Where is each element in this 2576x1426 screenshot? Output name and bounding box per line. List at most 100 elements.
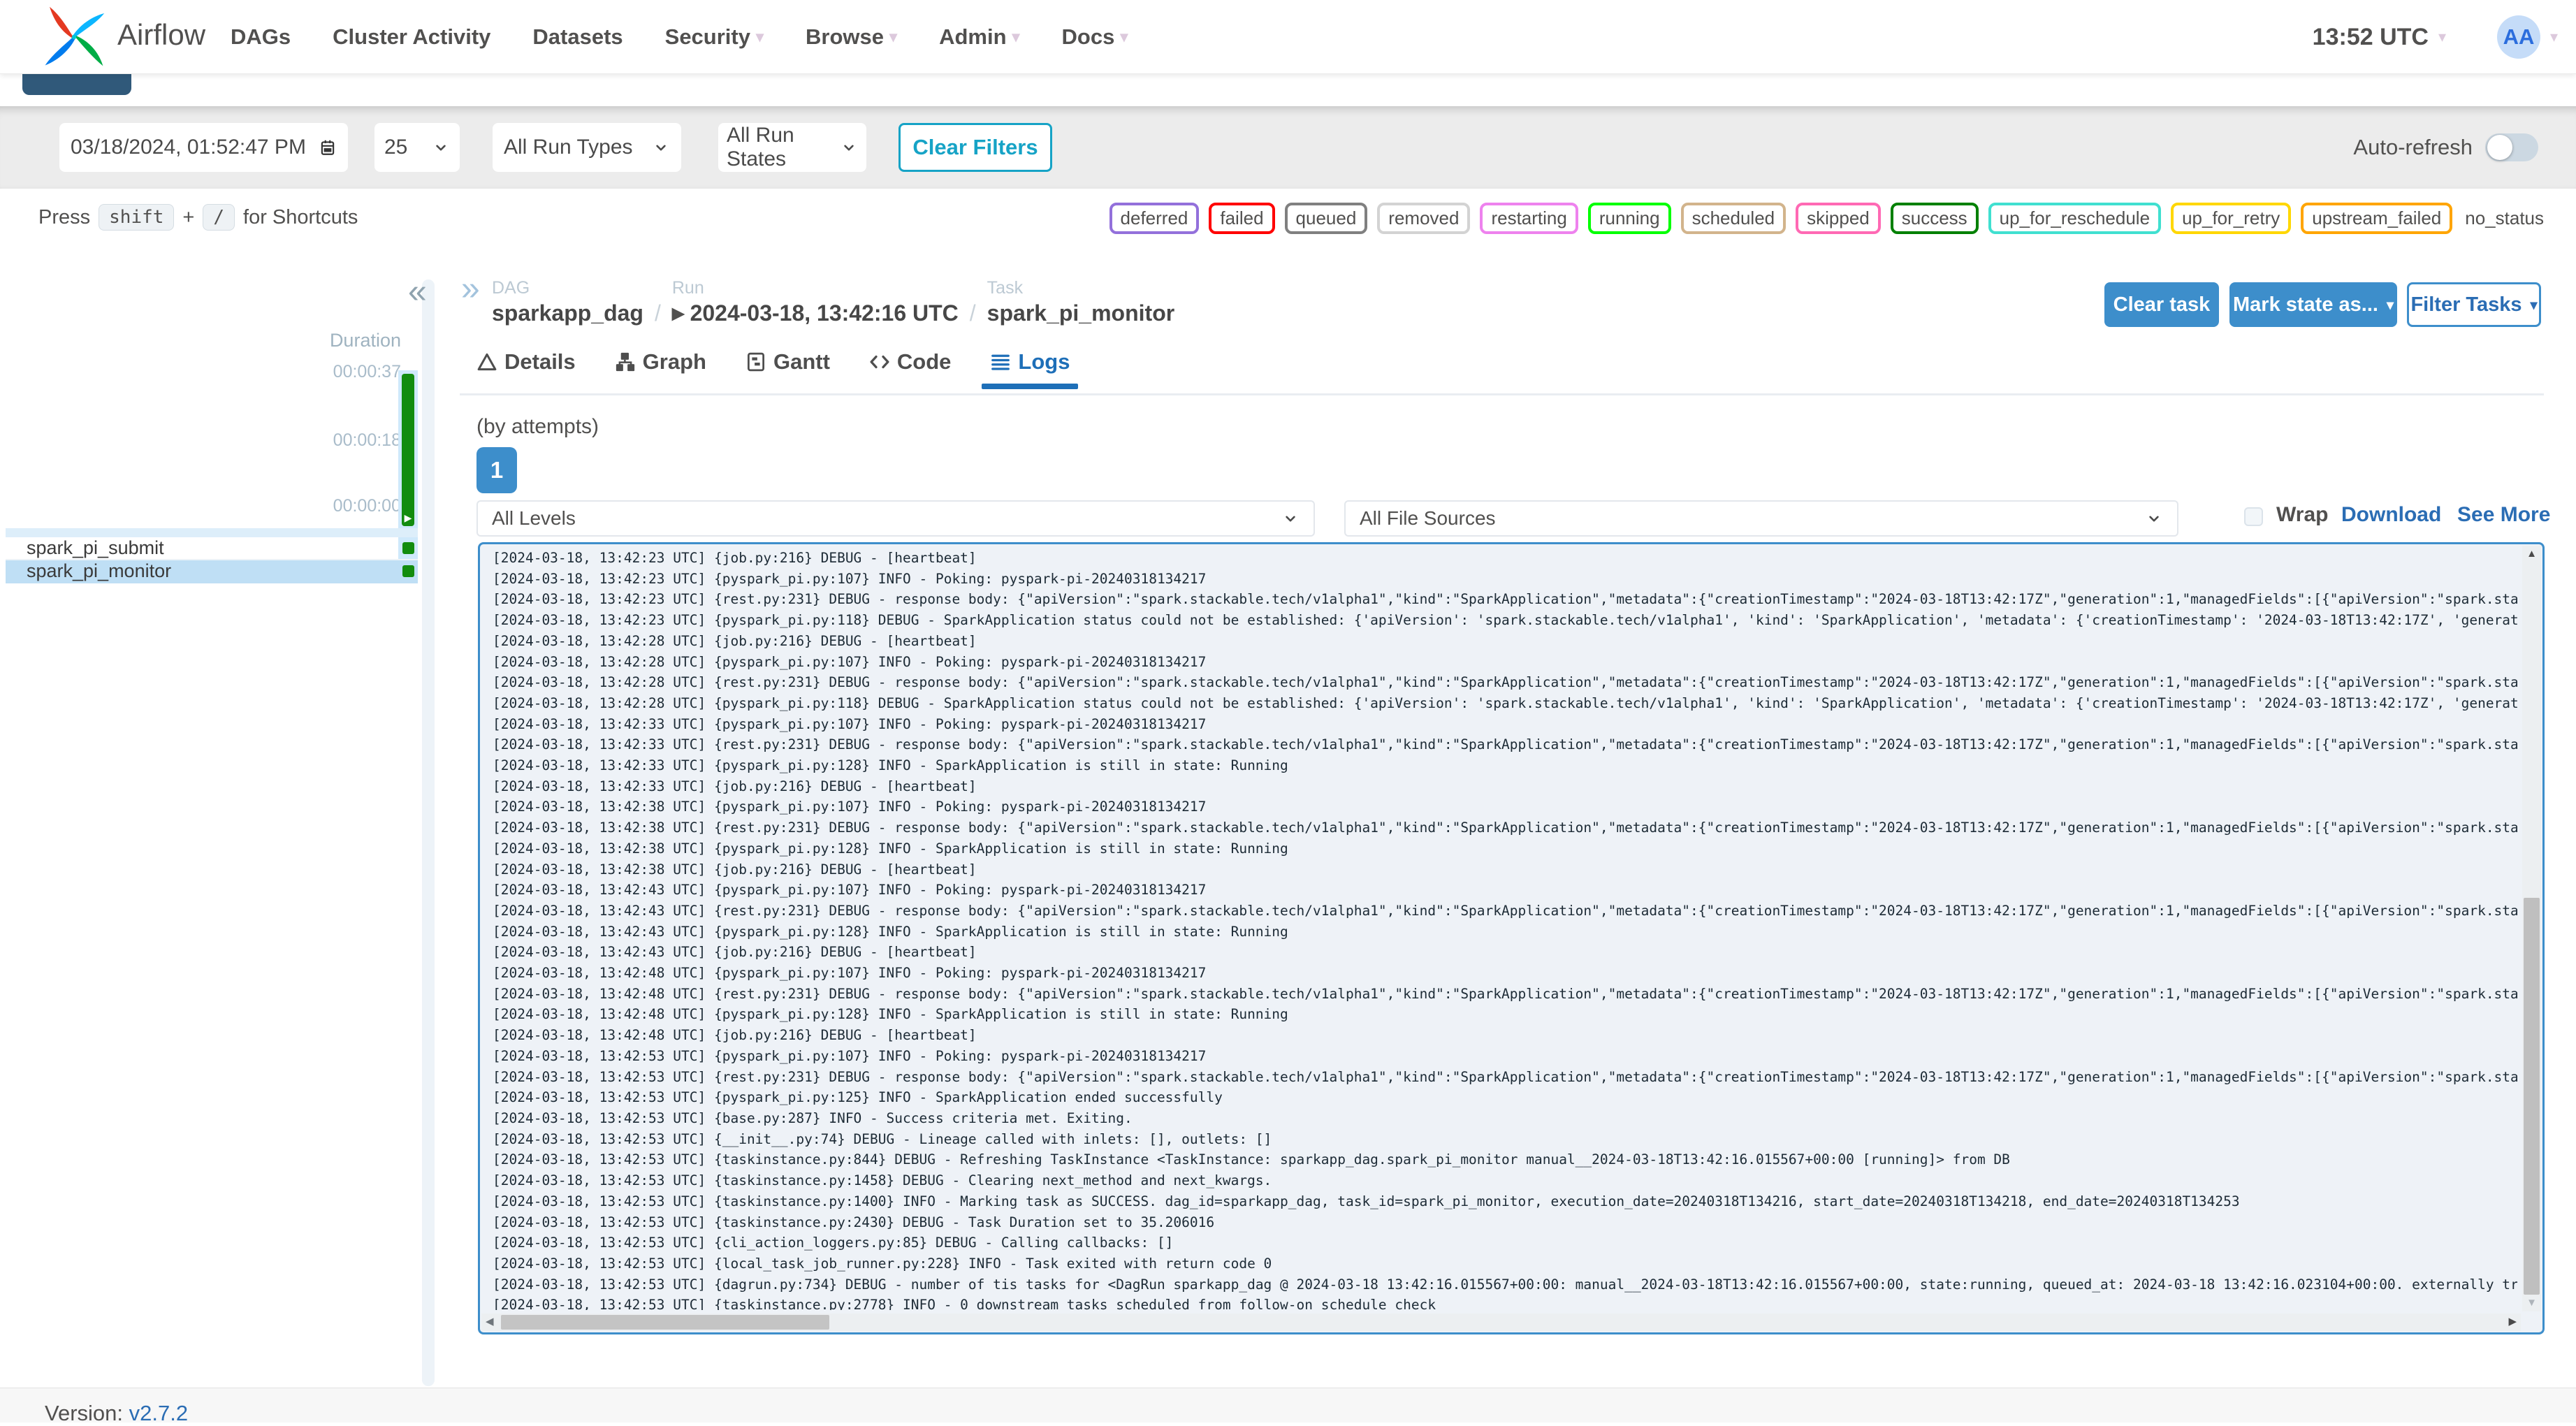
caret-down-icon: ▾	[1012, 28, 1020, 46]
clock-label: 13:52 UTC	[2313, 24, 2429, 51]
shortcut-press: Press	[38, 206, 90, 229]
task-list: spark_pi_submitspark_pi_monitor	[6, 537, 418, 583]
status-badge-success[interactable]: success	[1891, 203, 1979, 234]
attempt-1-button[interactable]: 1	[476, 447, 517, 493]
breadcrumb-run-label: Run	[672, 278, 959, 298]
page-size-select[interactable]: 25	[374, 123, 460, 172]
status-badge-skipped[interactable]: skipped	[1796, 203, 1881, 234]
task-detail-panel: » DAG sparkapp_dag / Run ▶ 2024-03-18, 1…	[460, 252, 2576, 1388]
caret-down-icon: ▾	[1120, 28, 1128, 46]
nav-item-security[interactable]: Security▾	[665, 24, 764, 50]
user-menu[interactable]: AA ▾	[2497, 0, 2558, 74]
log-line: [2024-03-18, 13:42:33 UTC] {job.py:216} …	[493, 776, 2517, 797]
scroll-up-icon[interactable]: ▲	[2522, 548, 2541, 560]
status-badge-restarting[interactable]: restarting	[1480, 203, 1578, 234]
status-badge-scheduled[interactable]: scheduled	[1681, 203, 1787, 234]
mark-state-as-button[interactable]: Mark state as... ▾	[2229, 282, 2397, 327]
nav-item-admin[interactable]: Admin▾	[939, 24, 1019, 50]
nav-item-datasets[interactable]: Datasets	[532, 24, 623, 50]
nav-item-cluster-activity[interactable]: Cluster Activity	[333, 24, 490, 50]
status-badge-running[interactable]: running	[1588, 203, 1671, 234]
shortcut-plus: +	[182, 206, 194, 229]
status-badge-removed[interactable]: removed	[1377, 203, 1470, 234]
breadcrumb-task[interactable]: Task spark_pi_monitor	[987, 278, 1175, 326]
tab-details[interactable]: Details	[476, 349, 576, 387]
status-badge-queued[interactable]: queued	[1285, 203, 1368, 234]
nav-item-browse[interactable]: Browse▾	[806, 24, 897, 50]
dag-run-duration-bar[interactable]: ▶	[402, 374, 414, 526]
log-line: [2024-03-18, 13:42:38 UTC] {pyspark_pi.p…	[493, 838, 2517, 859]
clock-menu[interactable]: 13:52 UTC ▾	[2313, 0, 2446, 74]
shortcut-hint: Press shift + / for Shortcuts	[38, 204, 358, 231]
task-status-square[interactable]	[402, 542, 414, 554]
sidebar-scroll-track[interactable]	[422, 279, 435, 1386]
task-name: spark_pi_submit	[6, 537, 164, 559]
task-row-spark-pi-submit[interactable]: spark_pi_submit	[6, 537, 418, 560]
run-states-select[interactable]: All Run States	[718, 123, 866, 172]
airflow-logo-icon[interactable]	[42, 5, 106, 69]
file-source-value: All File Sources	[1360, 507, 1496, 530]
tab-gantt[interactable]: Gantt	[745, 349, 830, 387]
scroll-right-icon[interactable]: ▶	[2508, 1315, 2517, 1327]
log-line: [2024-03-18, 13:42:28 UTC] {pyspark_pi.p…	[493, 652, 2517, 673]
breadcrumb-run[interactable]: Run ▶ 2024-03-18, 13:42:16 UTC	[672, 278, 959, 326]
filter-tasks-button[interactable]: Filter Tasks ▾	[2407, 282, 2541, 327]
log-line: [2024-03-18, 13:42:48 UTC] {job.py:216} …	[493, 1025, 2517, 1046]
auto-refresh-toggle[interactable]	[2485, 133, 2538, 161]
status-badge-deferred[interactable]: deferred	[1109, 203, 1200, 234]
status-badge-up-for-retry[interactable]: up_for_retry	[2171, 203, 2291, 234]
task-status-square[interactable]	[402, 565, 414, 577]
status-badge-failed[interactable]: failed	[1209, 203, 1274, 234]
vertical-scroll-thumb[interactable]	[2524, 898, 2540, 1295]
clear-filters-button[interactable]: Clear Filters	[898, 123, 1052, 172]
chevron-down-icon	[432, 138, 450, 157]
log-line: [2024-03-18, 13:42:28 UTC] {job.py:216} …	[493, 631, 2517, 652]
tab-label: Details	[504, 349, 576, 374]
file-source-select[interactable]: All File Sources	[1344, 500, 2178, 537]
wrap-checkbox[interactable]	[2244, 507, 2263, 526]
task-instance-cell[interactable]	[398, 560, 418, 582]
scroll-down-icon[interactable]: ▼	[2522, 1297, 2541, 1309]
log-line: [2024-03-18, 13:42:53 UTC] {taskinstance…	[493, 1170, 2517, 1191]
page-size-value: 25	[384, 136, 407, 159]
clear-task-button[interactable]: Clear task	[2104, 282, 2219, 327]
run-types-select[interactable]: All Run Types	[493, 123, 681, 172]
log-level-select[interactable]: All Levels	[476, 500, 1315, 537]
duration-axis-title: Duration	[330, 330, 401, 351]
task-row-spark-pi-monitor[interactable]: spark_pi_monitor	[6, 560, 418, 583]
horizontal-scrollbar[interactable]: ◀ ▶	[481, 1314, 2521, 1331]
collapse-sidebar-icon[interactable]: «	[408, 275, 427, 309]
brand-name[interactable]: Airflow	[117, 18, 205, 52]
see-more-link[interactable]: See More	[2457, 503, 2550, 527]
status-badge-upstream-failed[interactable]: upstream_failed	[2301, 203, 2452, 234]
tab-logs[interactable]: Logs	[990, 349, 1070, 387]
vertical-scrollbar[interactable]: ▲ ▼	[2522, 546, 2541, 1311]
task-instance-cell[interactable]	[398, 537, 418, 559]
scroll-left-icon[interactable]: ◀	[486, 1315, 494, 1327]
auto-refresh-control: Auto-refresh	[2353, 123, 2538, 172]
tab-graph[interactable]: Graph	[615, 349, 706, 387]
chevron-down-icon	[840, 138, 858, 157]
log-viewer[interactable]: [2024-03-18, 13:42:23 UTC] {job.py:216} …	[478, 542, 2545, 1334]
by-attempts-label: (by attempts)	[476, 415, 599, 439]
log-line: [2024-03-18, 13:42:53 UTC] {taskinstance…	[493, 1295, 2517, 1310]
log-content: [2024-03-18, 13:42:23 UTC] {job.py:216} …	[493, 548, 2517, 1310]
gantt-icon	[745, 351, 766, 372]
breadcrumb-dag[interactable]: DAG sparkapp_dag	[492, 278, 643, 326]
top-navbar: Airflow DAGs Cluster Activity Datasets Secu…	[0, 0, 2576, 74]
tab-code[interactable]: Code	[869, 349, 952, 387]
expand-panel-icon[interactable]: »	[461, 272, 480, 306]
nav-item-label: Docs	[1062, 24, 1115, 50]
download-link[interactable]: Download	[2341, 503, 2441, 527]
nav-item-docs[interactable]: Docs ▾	[1062, 24, 1128, 50]
avatar: AA	[2497, 15, 2540, 59]
status-badge-no-status: no_status	[2462, 205, 2547, 231]
nav-item-dags[interactable]: DAGs	[231, 24, 291, 50]
tab-label: Gantt	[773, 349, 830, 374]
base-date-input[interactable]: 03/18/2024, 01:52:47 PM	[59, 123, 348, 172]
log-line: [2024-03-18, 13:42:53 UTC] {local_task_j…	[493, 1253, 2517, 1274]
horizontal-scroll-thumb[interactable]	[501, 1315, 829, 1330]
status-badge-up-for-reschedule[interactable]: up_for_reschedule	[1988, 203, 2161, 234]
caret-down-icon: ▾	[2550, 28, 2558, 46]
version-link[interactable]: v2.7.2	[129, 1401, 188, 1425]
